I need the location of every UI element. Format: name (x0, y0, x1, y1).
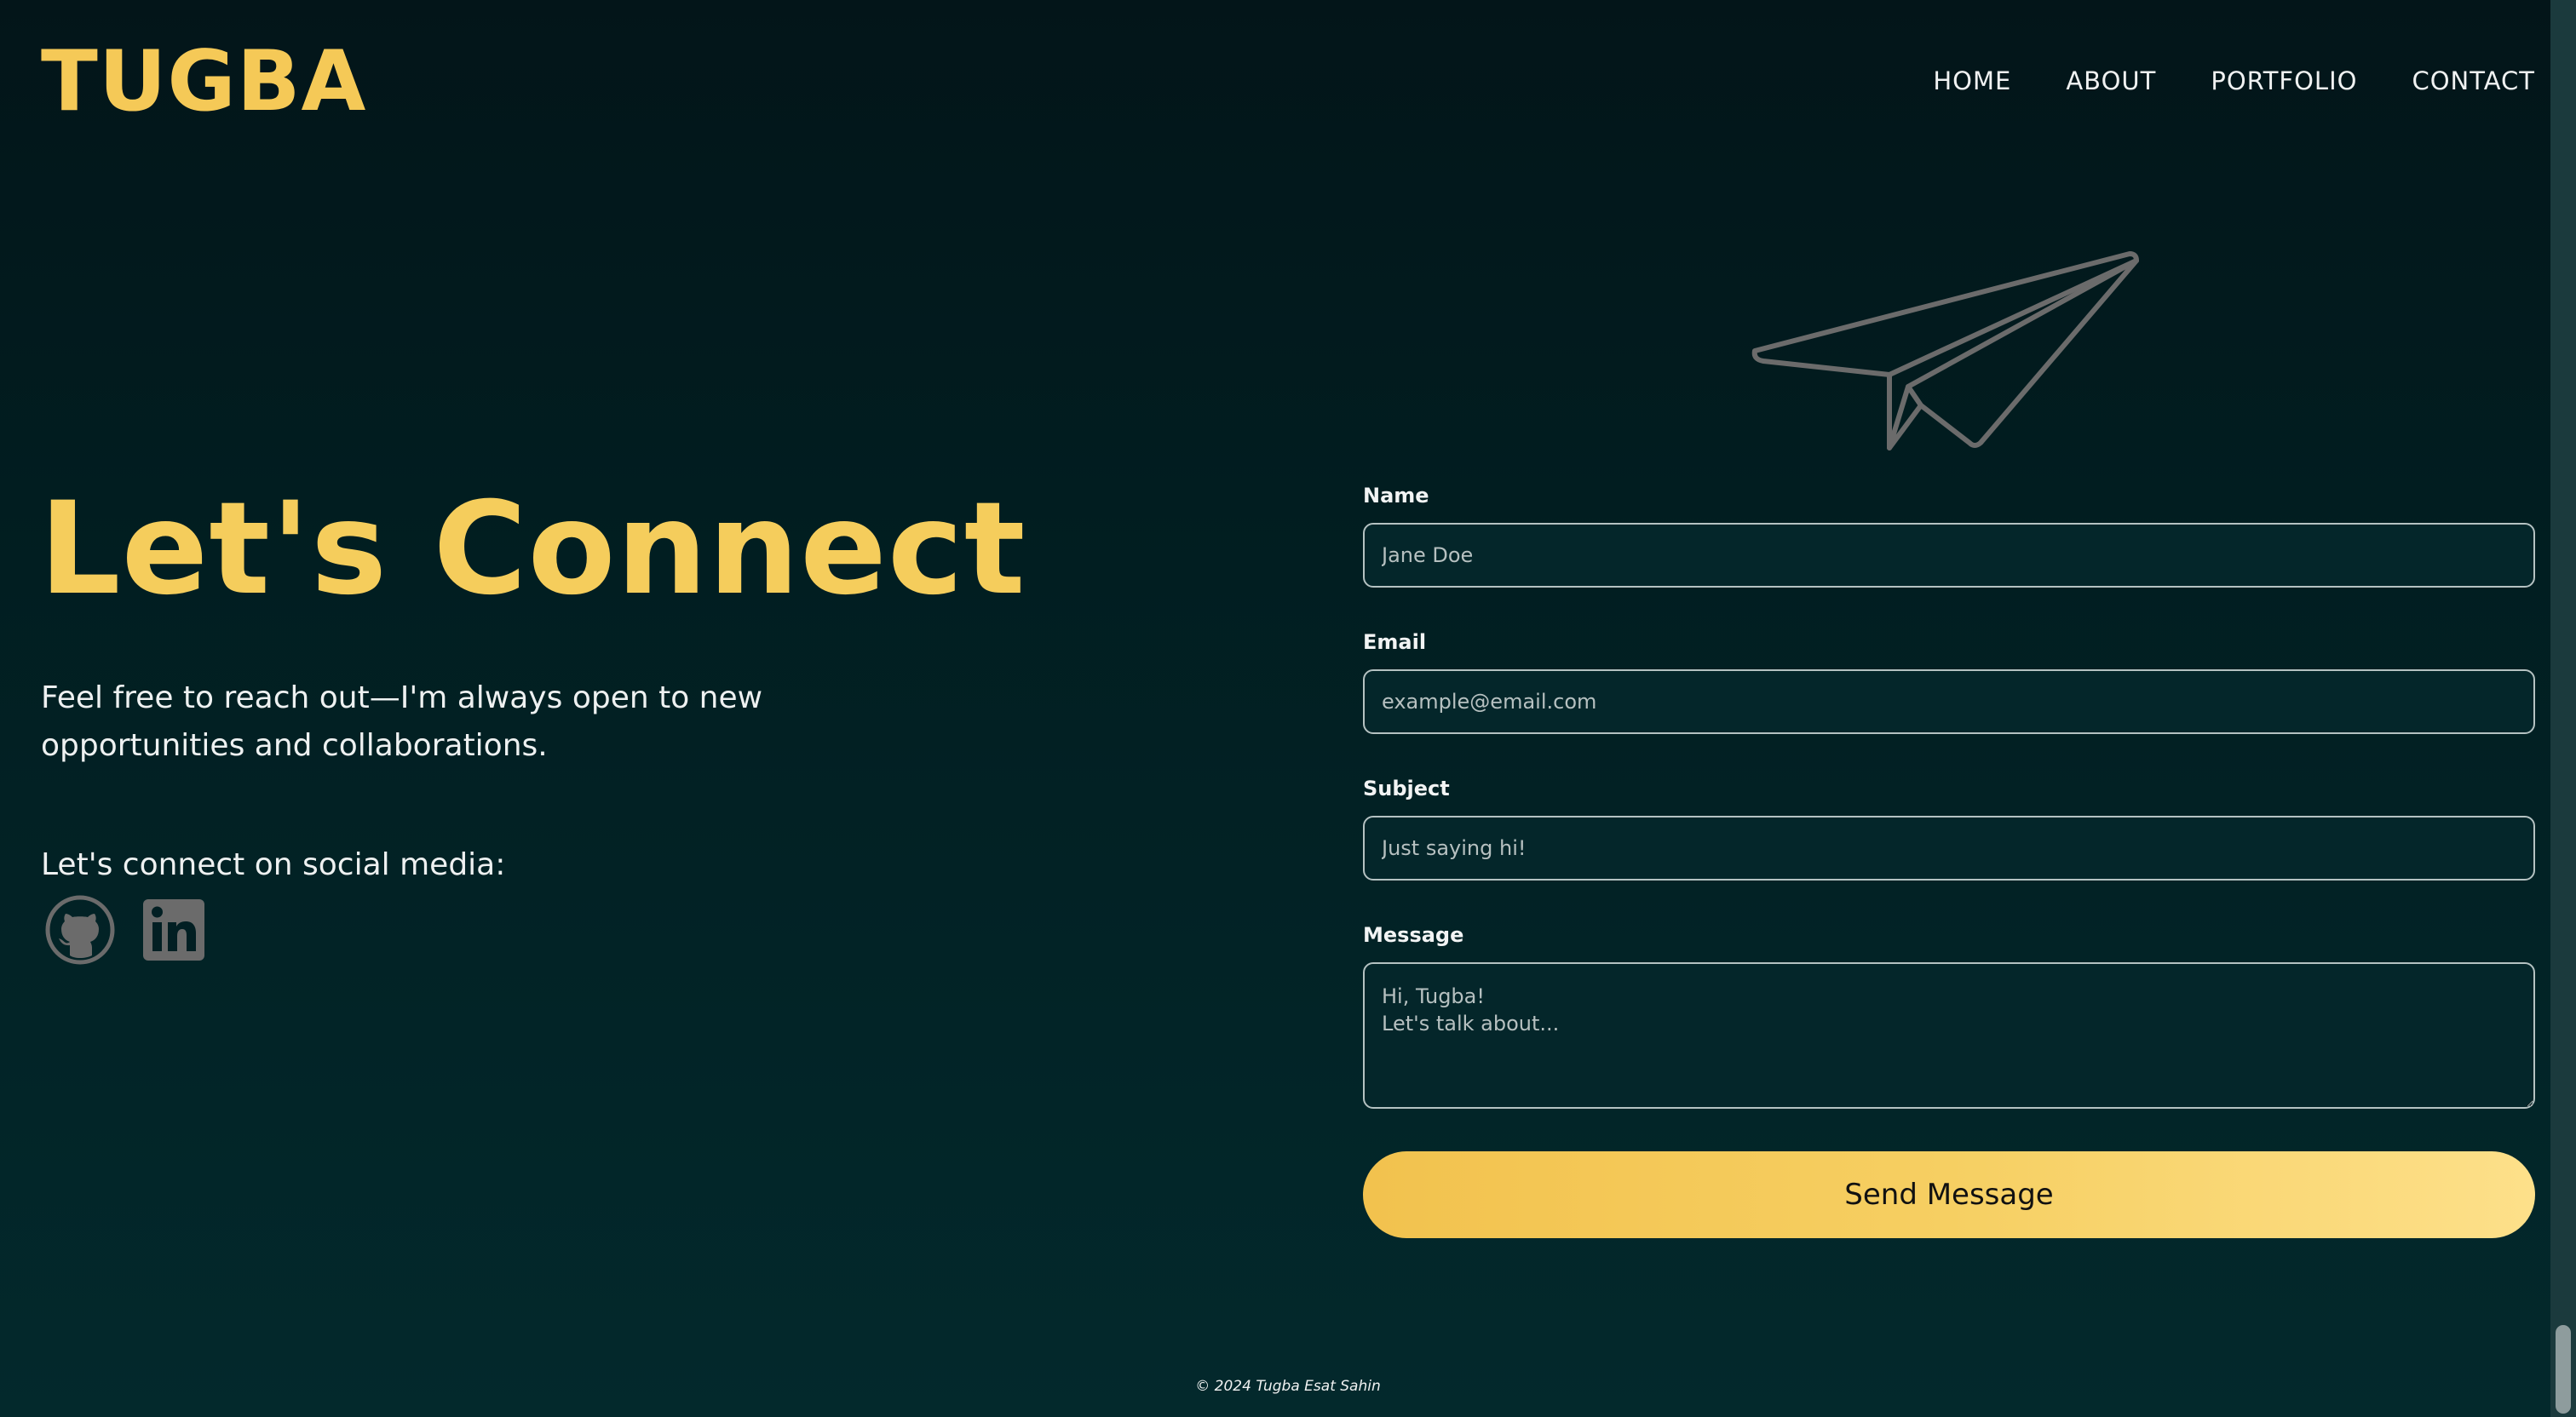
email-label: Email (1363, 630, 1427, 654)
email-field-group: Email (1363, 630, 2535, 734)
send-message-button[interactable]: Send Message (1363, 1151, 2535, 1238)
message-textarea[interactable] (1363, 962, 2535, 1109)
social-heading: Let's connect on social media: (41, 847, 506, 882)
nav-home[interactable]: HOME (1933, 66, 2011, 95)
github-icon[interactable] (44, 894, 116, 970)
linkedin-icon[interactable] (141, 898, 206, 967)
main-nav: HOME ABOUT PORTFOLIO CONTACT (1933, 66, 2535, 95)
nav-portfolio[interactable]: PORTFOLIO (2211, 66, 2357, 95)
email-input[interactable] (1363, 669, 2535, 734)
scrollbar-thumb[interactable] (2556, 1325, 2571, 1414)
name-field-group: Name (1363, 484, 2535, 588)
name-input[interactable] (1363, 523, 2535, 588)
contact-form: Name Email Subject Message (1363, 484, 2535, 1156)
page-title: Let's Connect (39, 475, 1026, 623)
message-field-group: Message (1363, 923, 2535, 1113)
message-label: Message (1363, 923, 1464, 947)
name-label: Name (1363, 484, 1429, 508)
social-links (44, 894, 206, 970)
page-scrollbar[interactable] (2550, 0, 2576, 1417)
subject-field-group: Subject (1363, 777, 2535, 881)
intro-text: Feel free to reach out—I'm always open t… (41, 680, 763, 763)
paper-plane-icon (1751, 251, 2139, 450)
subject-input[interactable] (1363, 816, 2535, 881)
footer-copyright: © 2024 Tugba Esat Sahin (1195, 1378, 1381, 1395)
subject-label: Subject (1363, 777, 1450, 800)
brand-logo[interactable]: TUGBA (41, 34, 366, 129)
nav-about[interactable]: ABOUT (2066, 66, 2156, 95)
nav-contact[interactable]: CONTACT (2412, 66, 2535, 95)
